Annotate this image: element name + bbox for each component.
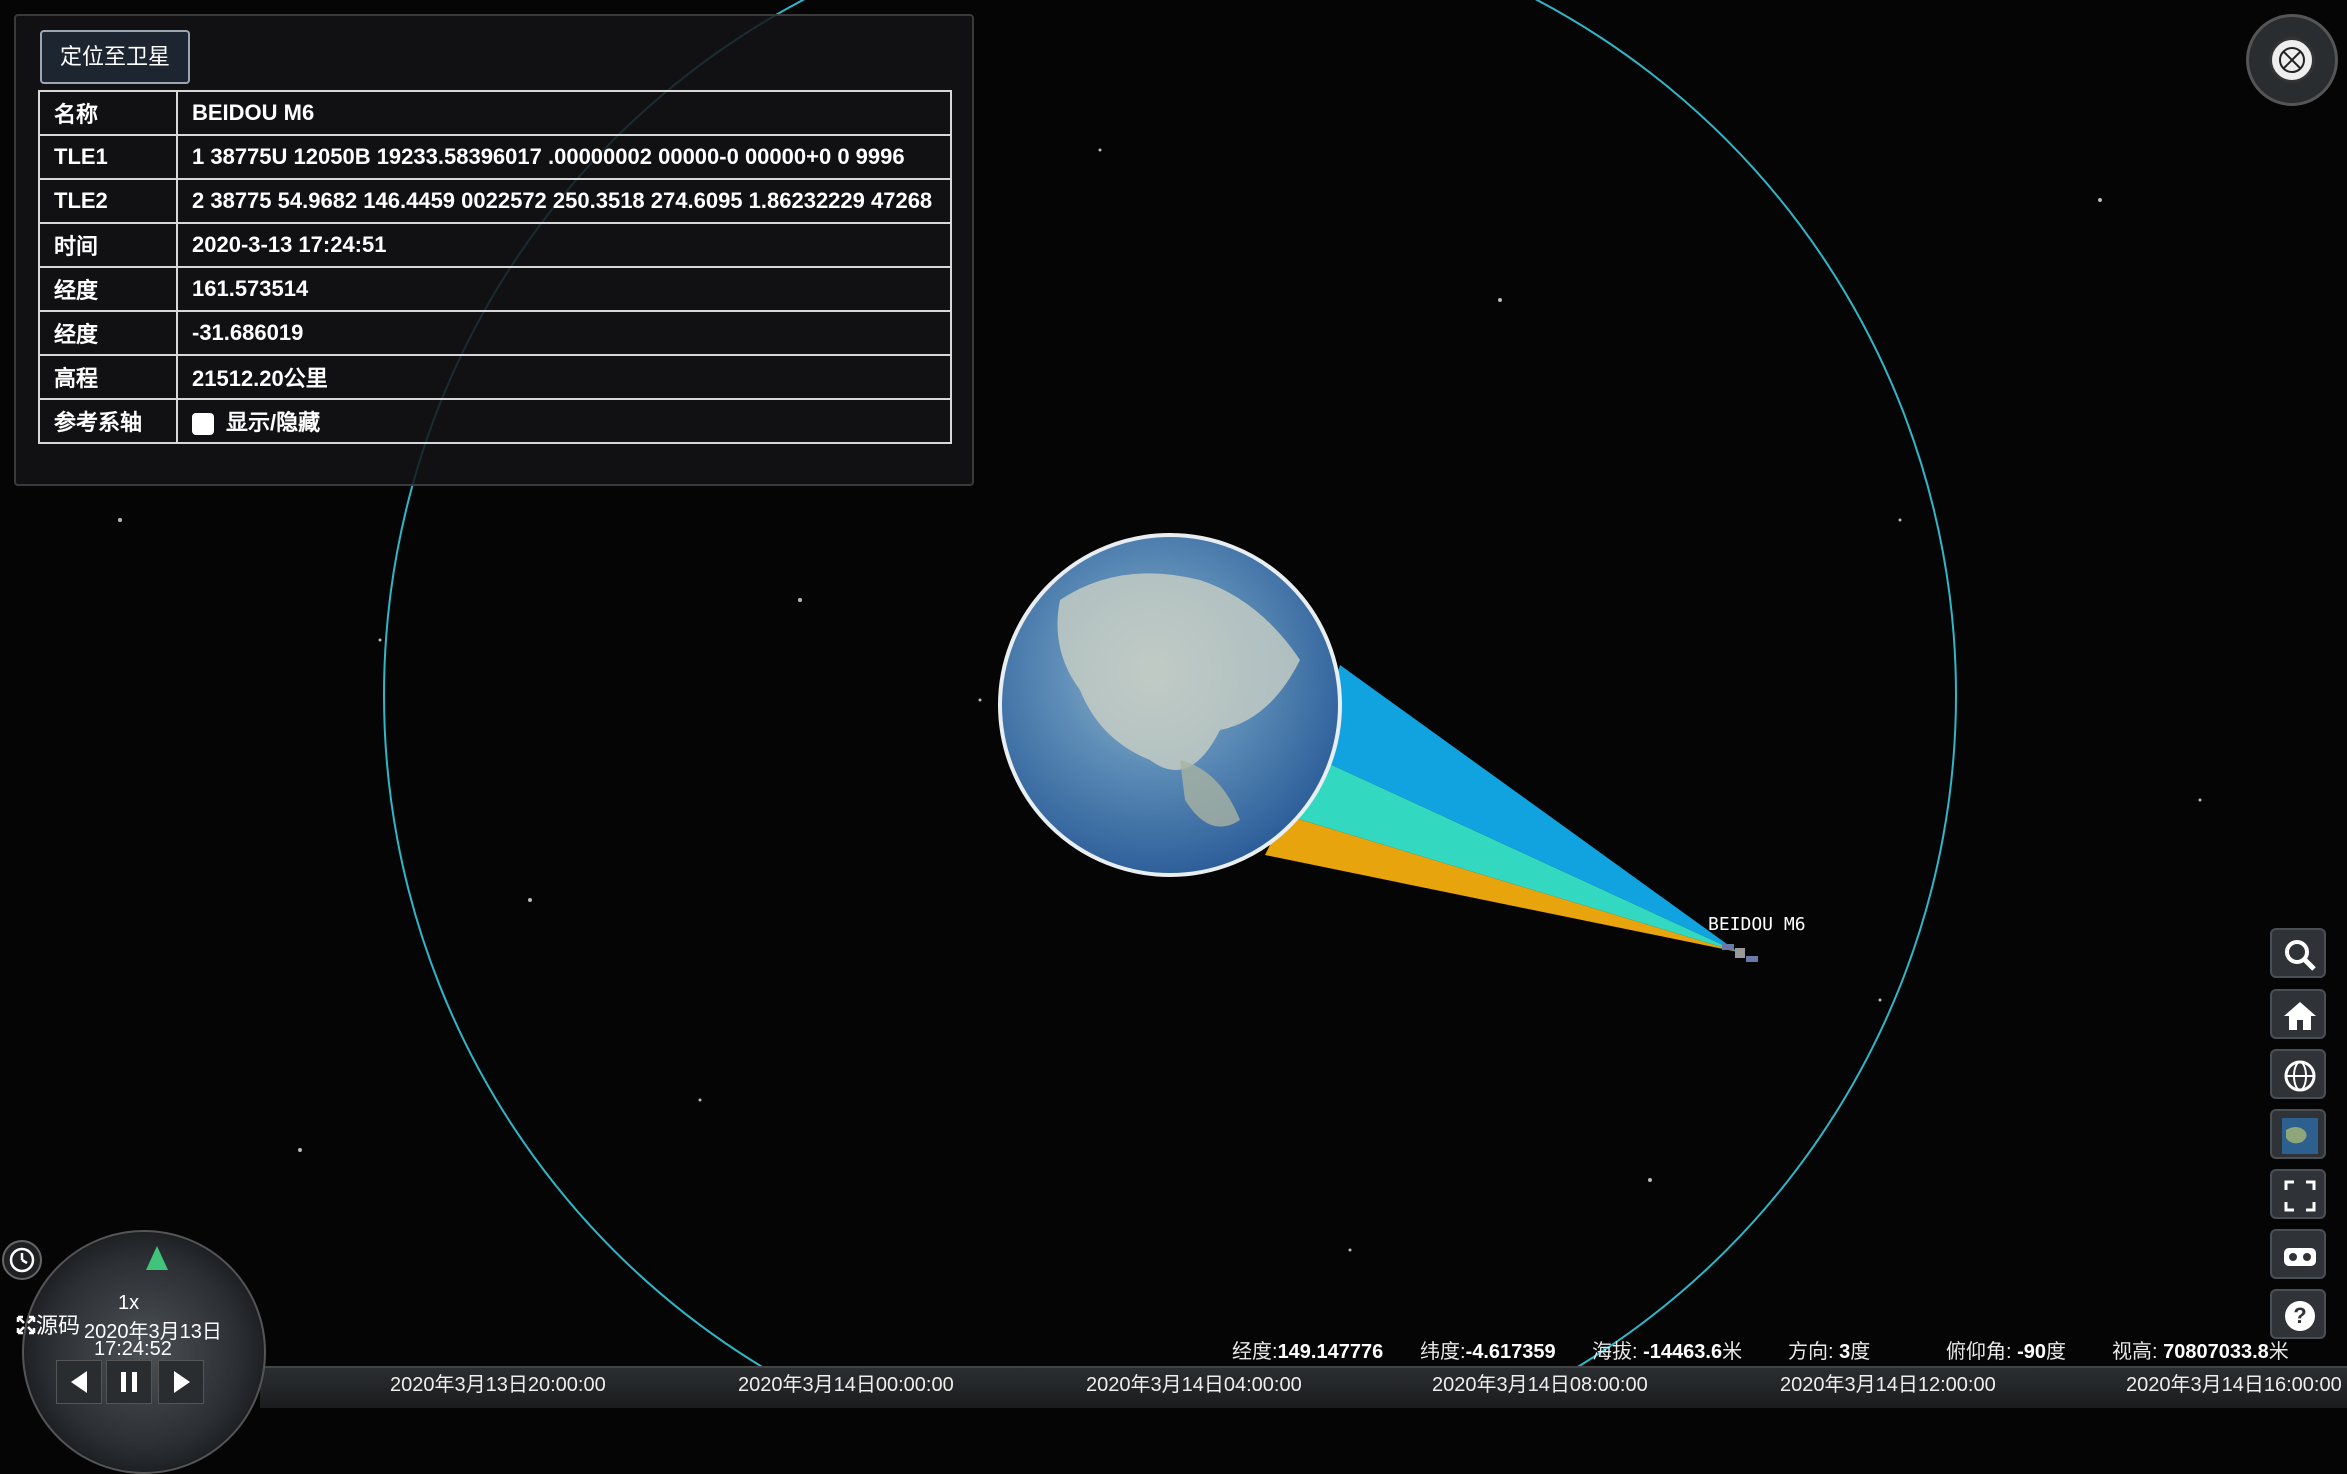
table-row: 名称 BEIDOU M6 bbox=[38, 90, 952, 136]
help-button[interactable]: ? bbox=[2270, 1289, 2326, 1339]
timeline-label: 2020年3月14日04:00:00 bbox=[1086, 1374, 1302, 1396]
table-row: 参考系轴 显示/隐藏 bbox=[38, 398, 952, 444]
row-value: -31.686019 bbox=[176, 310, 952, 356]
timeline-label: 2020年3月14日08:00:00 bbox=[1432, 1374, 1648, 1396]
animation-time: 17:24:52 bbox=[94, 1338, 172, 1360]
reference-axis-label: 显示/隐藏 bbox=[226, 410, 321, 435]
timeline[interactable]: 2020年3月13日20:00:00 2020年3月14日00:00:00 20… bbox=[260, 1366, 2347, 1408]
help-icon: ? bbox=[2285, 1301, 2315, 1331]
table-row: 时间 2020-3-13 17:24:51 bbox=[38, 222, 952, 268]
satellite-info-table: 名称 BEIDOU M6 TLE1 1 38775U 12050B 19233.… bbox=[38, 90, 952, 444]
fullscreen-button[interactable] bbox=[2270, 1169, 2326, 1219]
row-key: 高程 bbox=[38, 354, 178, 400]
table-row: 高程 21512.20公里 bbox=[38, 354, 952, 400]
animation-speed: 1x bbox=[118, 1292, 140, 1314]
row-key: 经度 bbox=[38, 310, 178, 356]
satellite-model[interactable] bbox=[1722, 944, 1758, 962]
scene-mode-button[interactable] bbox=[2270, 1049, 2326, 1099]
play-button[interactable] bbox=[158, 1360, 204, 1404]
source-code-link[interactable]: 源码 bbox=[16, 1308, 80, 1340]
heading-readout: 方向: 3度 bbox=[1788, 1341, 1871, 1363]
navigation-compass[interactable] bbox=[2246, 14, 2338, 106]
fullscreen-icon bbox=[2284, 1180, 2316, 1212]
table-row: TLE2 2 38775 54.9682 146.4459 0022572 25… bbox=[38, 178, 952, 224]
reverse-icon bbox=[71, 1371, 87, 1393]
row-key: 时间 bbox=[38, 222, 178, 268]
table-row: TLE1 1 38775U 12050B 19233.58396017 .000… bbox=[38, 134, 952, 180]
speed-knob-indicator[interactable] bbox=[142, 1244, 172, 1274]
base-layer-icon bbox=[2282, 1118, 2318, 1154]
clock-icon[interactable] bbox=[2, 1240, 42, 1280]
camera-height-readout: 视高: 70807033.8米 bbox=[2112, 1341, 2289, 1363]
play-icon bbox=[174, 1371, 190, 1393]
locate-satellite-button[interactable]: 定位至卫星 bbox=[40, 30, 191, 84]
latitude-readout: 纬度:-4.617359 bbox=[1420, 1341, 1556, 1363]
globe-icon bbox=[2284, 1060, 2316, 1092]
row-value: 161.573514 bbox=[176, 266, 952, 312]
reference-axis-cell: 显示/隐藏 bbox=[176, 398, 952, 444]
base-layer-picker-button[interactable] bbox=[2270, 1109, 2326, 1159]
vr-icon bbox=[2284, 1248, 2316, 1266]
row-value: 2020-3-13 17:24:51 bbox=[176, 222, 952, 268]
expand-icon bbox=[16, 1315, 36, 1335]
row-value: 1 38775U 12050B 19233.58396017 .00000002… bbox=[176, 134, 952, 180]
home-button[interactable] bbox=[2270, 989, 2326, 1039]
source-code-label: 源码 bbox=[36, 1313, 81, 1338]
pause-icon bbox=[121, 1372, 137, 1392]
row-key: TLE1 bbox=[38, 134, 178, 180]
search-button[interactable] bbox=[2270, 928, 2326, 978]
pause-button[interactable] bbox=[106, 1360, 152, 1404]
row-value: 21512.20公里 bbox=[176, 354, 952, 400]
altitude-readout: 海拔: -14463.6米 bbox=[1592, 1341, 1743, 1363]
svg-text:?: ? bbox=[2293, 1303, 2306, 1328]
timeline-label: 2020年3月14日16:00:00 bbox=[2126, 1374, 2342, 1396]
vr-button[interactable] bbox=[2270, 1229, 2326, 1279]
timeline-label: 2020年3月14日00:00:00 bbox=[738, 1374, 954, 1396]
row-key: 经度 bbox=[38, 266, 178, 312]
row-key: 名称 bbox=[38, 90, 178, 136]
table-row: 经度 161.573514 bbox=[38, 266, 952, 312]
earth-globe[interactable] bbox=[998, 533, 1342, 877]
satellite-label: BEIDOU M6 bbox=[1708, 914, 1806, 935]
reference-axis-checkbox[interactable] bbox=[192, 413, 214, 436]
timeline-label: 2020年3月13日20:00:00 bbox=[390, 1374, 606, 1396]
pitch-readout: 俯仰角: -90度 bbox=[1946, 1341, 2067, 1363]
search-icon bbox=[2285, 940, 2316, 971]
play-reverse-button[interactable] bbox=[56, 1360, 102, 1404]
timeline-label: 2020年3月14日12:00:00 bbox=[1780, 1374, 1996, 1396]
satellite-info-panel: 定位至卫星 名称 BEIDOU M6 TLE1 1 38775U 12050B … bbox=[14, 14, 974, 486]
table-row: 经度 -31.686019 bbox=[38, 310, 952, 356]
row-key: 参考系轴 bbox=[38, 398, 178, 444]
home-icon bbox=[2284, 1002, 2316, 1030]
compass-icon[interactable] bbox=[2269, 37, 2315, 83]
row-value: 2 38775 54.9682 146.4459 0022572 250.351… bbox=[176, 178, 952, 224]
longitude-readout: 经度:149.147776 bbox=[1232, 1341, 1384, 1363]
row-key: TLE2 bbox=[38, 178, 178, 224]
row-value: BEIDOU M6 bbox=[176, 90, 952, 136]
